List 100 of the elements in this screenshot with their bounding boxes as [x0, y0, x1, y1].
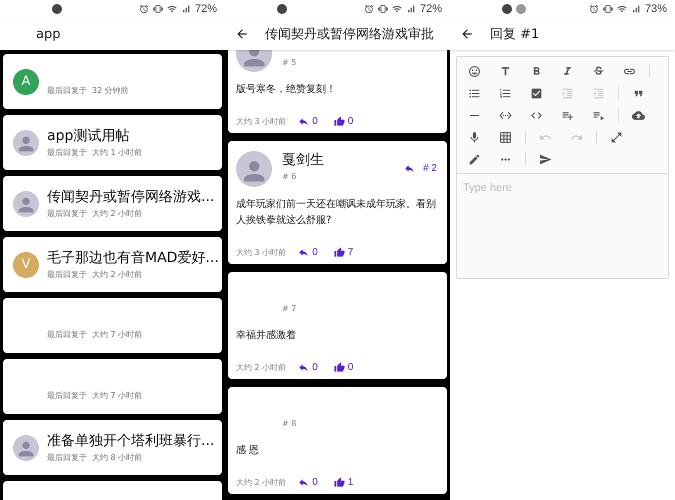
screen-title: app [35, 26, 60, 42]
last-reply-label: 最后回复于 [47, 208, 87, 219]
back-button[interactable] [460, 27, 474, 41]
avatar-placeholder [13, 130, 39, 156]
last-reply-time: 大约 8 小时前 [92, 452, 142, 463]
last-reply-time: 大约 7 小时前 [92, 329, 142, 340]
post-body: 版号寒冬，绝赞复刻！ [236, 82, 337, 97]
strikethrough-icon [592, 64, 605, 78]
last-reply-label: 最后回复于 [47, 329, 87, 340]
avatar-placeholder [236, 151, 272, 187]
topic-title: 准备单独开个塔利班暴行... [47, 432, 214, 450]
topic-title: app测试用帖 [47, 127, 130, 145]
topic-card[interactable]: app测试用帖 最后回复于 大约 1 小时前 [3, 115, 222, 170]
thumbs-up-icon [334, 116, 345, 127]
last-reply-time: 大约 2 小时前 [92, 269, 142, 280]
topic-card[interactable]: V 毛子那边也有音MAD爱好... 最后回复于 大约 2 小时前 [3, 237, 222, 292]
alarm-icon [588, 4, 599, 14]
last-reply-time: 大约 1 小时前 [92, 147, 142, 158]
app-notification-icon [52, 4, 62, 14]
outdent-icon [592, 86, 605, 100]
vibrate-icon [378, 4, 388, 14]
topic-title: 传闻契丹或暂停网络游戏... [47, 188, 214, 206]
last-reply-label: 最后回复于 [47, 452, 87, 463]
vibrate-icon [602, 4, 613, 14]
pencil-icon [468, 152, 481, 166]
topic-card[interactable]: 最后回复于 大约 7 小时前 [3, 359, 222, 414]
letter-avatar: V [13, 252, 39, 278]
last-reply-time: 大约 2 小时前 [92, 208, 142, 219]
last-reply-label: 最后回复于 [47, 390, 87, 401]
numbered-list-icon [499, 86, 512, 100]
reply-icon [404, 163, 416, 174]
post-time: 大约 2 小时前 [236, 477, 286, 488]
last-reply-label: 最后回复于 [47, 85, 87, 96]
reply-icon [298, 362, 310, 373]
reply-button[interactable]: 0 [294, 362, 322, 373]
like-button[interactable]: 7 [330, 247, 358, 258]
like-button[interactable]: 0 [330, 116, 358, 127]
signal-icon [630, 4, 641, 14]
thumbs-up-icon [334, 362, 345, 373]
emoji-icon [468, 64, 481, 78]
heading-icon [499, 64, 512, 78]
last-reply-time: 大约 7 小时前 [92, 390, 142, 401]
reply-to-number: # 2 [423, 163, 437, 174]
reply-icon [298, 247, 310, 258]
wifi-icon [392, 4, 402, 14]
wifi-icon [616, 4, 627, 14]
like-button[interactable]: 0 [330, 362, 358, 373]
vibrate-icon [152, 4, 163, 14]
signal-icon [180, 4, 191, 14]
battery-level: 72% [420, 3, 442, 15]
back-arrow-icon [235, 27, 249, 41]
indent-icon [561, 86, 574, 100]
post-body: 幸福并感激着 [236, 328, 297, 343]
app-notification-icon [277, 4, 287, 14]
thumbs-up-icon [334, 477, 345, 488]
reply-button[interactable]: 0 [294, 247, 322, 258]
topic-card[interactable]: 传闻契丹或暂停网络游戏... 最后回复于 大约 2 小时前 [3, 176, 222, 231]
last-reply-time: 32 分钟前 [92, 85, 129, 96]
last-reply-label: 最后回复于 [47, 147, 87, 158]
wifi-icon [166, 4, 177, 14]
battery-level: 72% [194, 3, 217, 15]
reply-to-link[interactable]: # 2 [404, 151, 439, 174]
avatar-placeholder [13, 434, 39, 460]
reply-icon [298, 477, 310, 488]
back-button[interactable] [235, 27, 249, 41]
letter-avatar: A [13, 68, 39, 94]
screen-title: 回复 #1 [490, 26, 540, 43]
topic-card[interactable]: A 最后回复于 32 分钟前 [3, 54, 222, 109]
topic-card[interactable]: 准备单独开个塔利班暴行... 最后回复于 大约 8 小时前 [3, 420, 222, 475]
last-reply-label: 最后回复于 [47, 269, 87, 280]
reply-button[interactable]: 0 [294, 116, 322, 127]
like-button[interactable]: 1 [330, 477, 358, 488]
topic-card[interactable]: 最后回复于 大约 7 小时前 [3, 298, 222, 353]
app-notification-icon [502, 4, 512, 14]
reply-input-field[interactable]: Type here [457, 174, 668, 278]
signal-icon [406, 4, 416, 14]
send-icon [539, 152, 552, 166]
author-name: 戛剑生 [282, 151, 325, 169]
alarm-icon [364, 4, 374, 14]
post-time: 大约 3 小时前 [236, 116, 286, 127]
reply-icon [298, 116, 310, 127]
table-icon [499, 130, 512, 144]
bullet-list-icon [468, 86, 481, 100]
expand-icon [610, 130, 623, 144]
notification-icon [516, 4, 526, 14]
post-number: # 7 [282, 304, 298, 313]
checkbox-icon [530, 86, 543, 100]
post-number: # 8 [282, 419, 298, 428]
battery-level: 73% [644, 3, 667, 15]
post-number: # 6 [282, 172, 298, 181]
post-number: # 5 [282, 58, 298, 67]
alarm-icon [138, 4, 149, 14]
cloud-upload-icon [632, 108, 645, 122]
avatar-placeholder [13, 190, 39, 216]
screen-title: 传闻契丹或暂停网络游戏审批 [265, 26, 434, 43]
reply-button[interactable]: 0 [294, 477, 322, 488]
post-time: 大约 2 小时前 [236, 362, 286, 373]
thumbs-up-icon [334, 247, 345, 258]
post-body: 感 恩 [236, 444, 260, 458]
post-time: 大约 3 小时前 [236, 247, 286, 258]
